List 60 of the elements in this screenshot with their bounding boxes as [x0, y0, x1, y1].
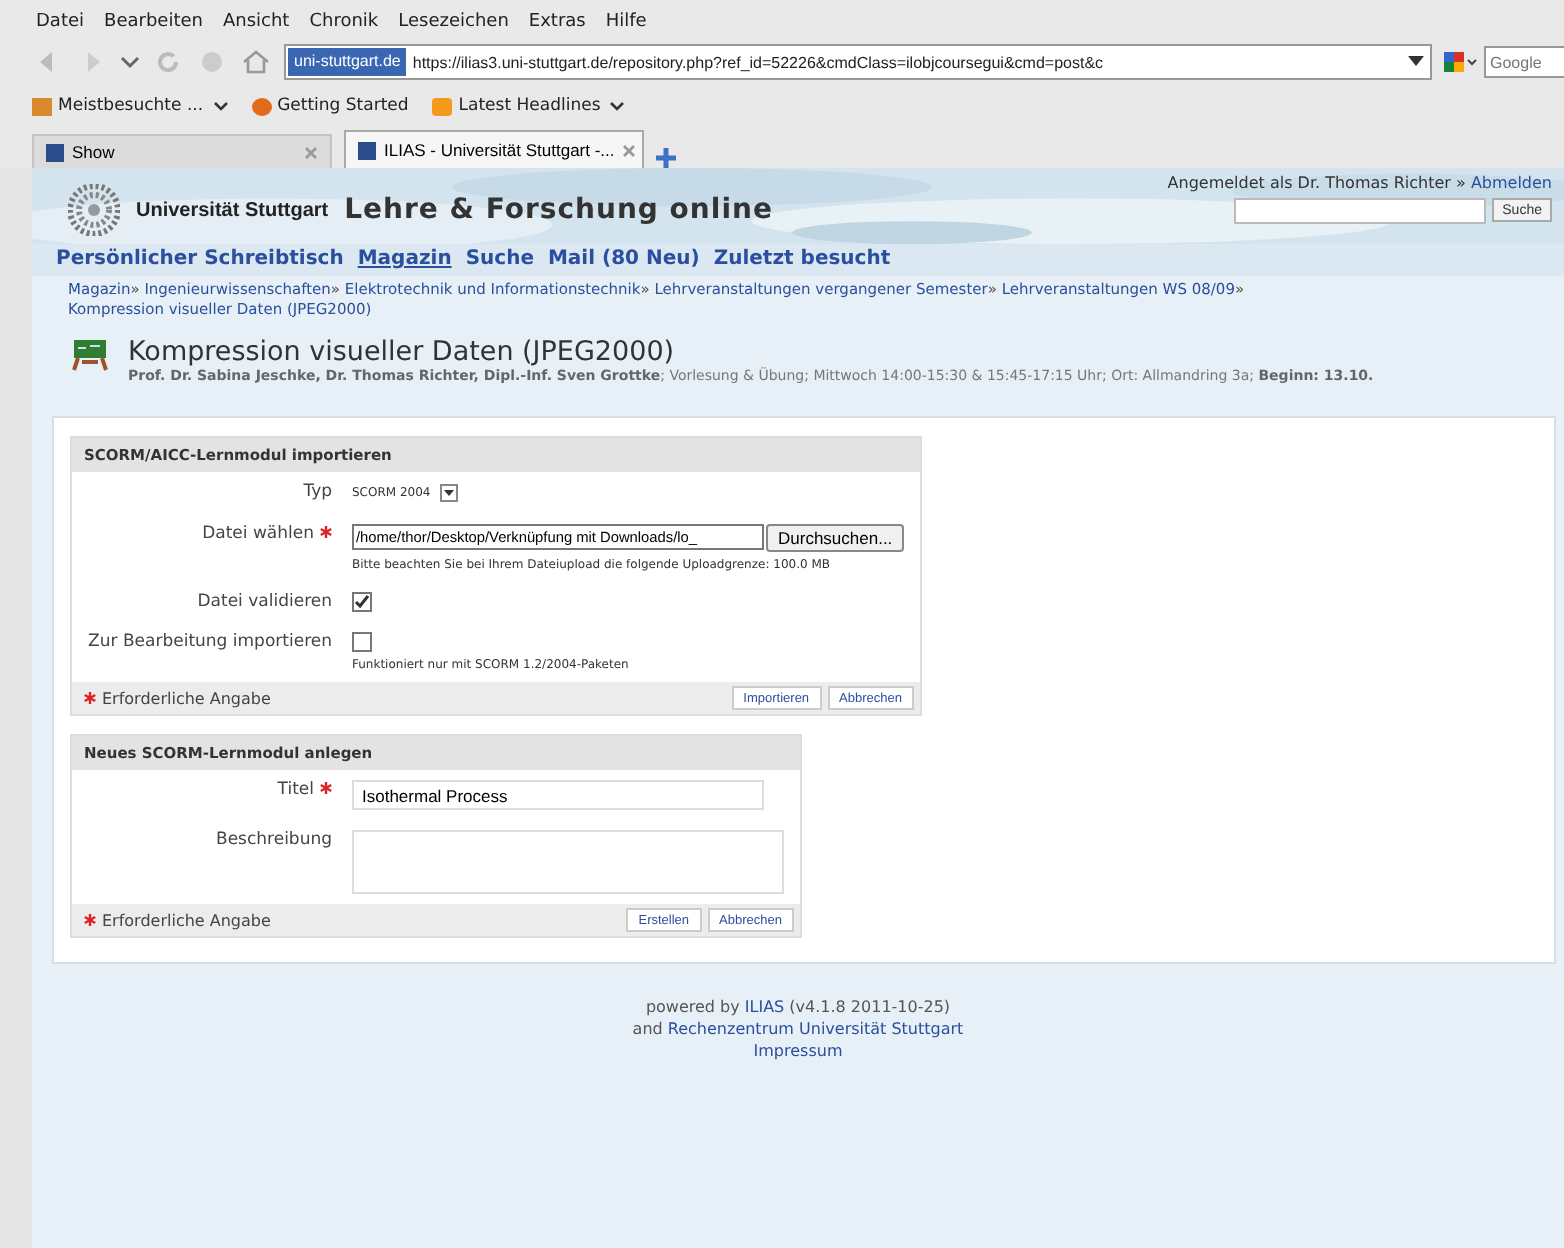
- asterisk-icon: [320, 526, 332, 538]
- caret-icon[interactable]: [213, 101, 228, 111]
- bookmark-item[interactable]: Meistbesuchte ...: [32, 96, 228, 116]
- bookmark-item[interactable]: Latest Headlines: [432, 96, 625, 116]
- close-icon[interactable]: [622, 143, 637, 157]
- title-field[interactable]: Isothermal Process: [352, 780, 764, 810]
- checkbox[interactable]: [352, 592, 372, 612]
- menu-item[interactable]: Lesezeichen: [398, 12, 509, 32]
- site-title: Lehre & Forschung online: [344, 194, 773, 226]
- close-icon[interactable]: [304, 145, 318, 159]
- field-label: Datei validieren: [197, 592, 332, 612]
- login-status: Angemeldet als Dr. Thomas Richter »: [1167, 174, 1466, 192]
- dropdown-arrow-icon[interactable]: [1408, 56, 1424, 68]
- version-text: (v4.1.8 2011-10-25): [789, 998, 951, 1016]
- nav-link[interactable]: Suche: [465, 248, 534, 276]
- home-icon[interactable]: [240, 46, 272, 78]
- new-tab-icon[interactable]: [656, 148, 676, 168]
- university-name: Universität Stuttgart: [136, 199, 329, 221]
- field-label: Datei wählen: [202, 524, 314, 544]
- logo-icon: [68, 184, 120, 236]
- footer-text: and: [632, 1020, 663, 1038]
- ilias-link[interactable]: ILIAS: [744, 998, 785, 1016]
- menu-item[interactable]: Extras: [528, 12, 586, 32]
- nav-link[interactable]: Persönlicher Schreibtisch: [56, 248, 344, 276]
- logout-link[interactable]: Abmelden: [1470, 174, 1552, 192]
- menu-item[interactable]: Hilfe: [605, 12, 647, 32]
- search-field[interactable]: Google: [1484, 46, 1564, 78]
- required-note: Erforderliche Angabe: [102, 911, 271, 929]
- search-field[interactable]: [1234, 198, 1487, 224]
- field-label: Typ: [303, 482, 332, 502]
- menu-item[interactable]: Bearbeiten: [104, 12, 203, 32]
- course-icon: [72, 336, 108, 372]
- search-engine-icon[interactable]: [1444, 50, 1480, 74]
- field-label: Beschreibung: [215, 830, 332, 850]
- address-bar[interactable]: uni-stuttgart.de https://ilias3.uni-stuttgart.de/repository.php?ref_id=52226&cmdClass=ilobjcoursegui&cmd=post&c: [284, 44, 1432, 80]
- caret-icon[interactable]: [610, 101, 625, 111]
- field-label: Titel: [277, 780, 314, 800]
- menu-item[interactable]: Datei: [36, 12, 85, 32]
- nav-link[interactable]: Mail (80 Neu): [547, 248, 700, 276]
- asterisk-icon: [84, 692, 96, 704]
- nav-link[interactable]: Magazin: [357, 248, 452, 276]
- footer-text: powered by: [645, 998, 740, 1016]
- browser-tab[interactable]: ILIAS - Universität Stuttgart -...: [344, 130, 644, 168]
- browse-button[interactable]: Durchsuchen...: [766, 524, 905, 552]
- menu-item[interactable]: Chronik: [309, 12, 379, 32]
- course-title: Kompression visueller Daten (JPEG2000): [128, 336, 677, 368]
- site-identity-badge[interactable]: uni-stuttgart.de: [288, 48, 407, 76]
- asterisk-icon: [84, 914, 96, 926]
- imprint-link[interactable]: Impressum: [753, 1042, 843, 1060]
- bookmark-item[interactable]: Getting Started: [251, 96, 409, 116]
- menu-item[interactable]: Ansicht: [222, 12, 290, 32]
- required-note: Erforderliche Angabe: [102, 689, 271, 707]
- field-label: Zur Bearbeitung importieren: [88, 632, 332, 652]
- description-field[interactable]: [352, 830, 784, 894]
- checkbox[interactable]: [352, 632, 372, 652]
- computing-centre-link[interactable]: Rechenzentrum Universität Stuttgart: [667, 1020, 964, 1038]
- asterisk-icon: [320, 782, 332, 794]
- caret-icon[interactable]: [440, 484, 459, 502]
- browser-tab[interactable]: Show: [32, 134, 332, 168]
- nav-link[interactable]: Zuletzt besucht: [713, 248, 891, 276]
